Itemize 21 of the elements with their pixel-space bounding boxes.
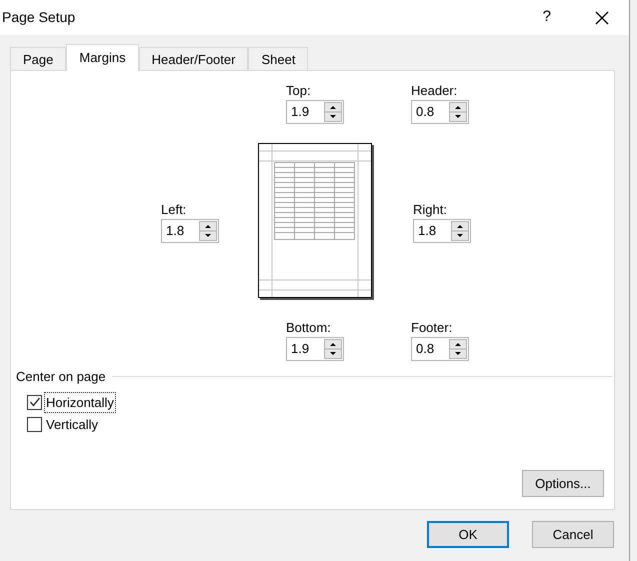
window-title: Page Setup (2, 8, 76, 27)
dialog-button[interactable]: OK (427, 521, 509, 548)
field-label: Header: (411, 83, 458, 100)
help-button[interactable]: ? (536, 6, 557, 29)
tab[interactable]: Margins (66, 44, 139, 71)
field-label: Bottom: (286, 320, 332, 337)
field-label: Right: (413, 202, 448, 218)
dialog-button[interactable]: Cancel (532, 521, 614, 548)
options-button[interactable]: Options... (522, 470, 604, 497)
tab[interactable]: Sheet (248, 47, 308, 70)
field-label: Left: (161, 202, 188, 218)
tab[interactable]: Header/Footer (138, 47, 248, 70)
checkbox-label[interactable]: Vertically (45, 415, 100, 434)
checkbox[interactable] (27, 417, 42, 432)
close-icon[interactable] (595, 10, 609, 24)
field-label: Footer: (411, 320, 454, 337)
checkbox[interactable] (27, 394, 42, 410)
tab[interactable]: Page (10, 47, 66, 70)
checkbox-label[interactable]: Horizontally (45, 392, 115, 412)
field-label: Top: (286, 83, 312, 100)
group-title: Center on page (16, 368, 106, 386)
